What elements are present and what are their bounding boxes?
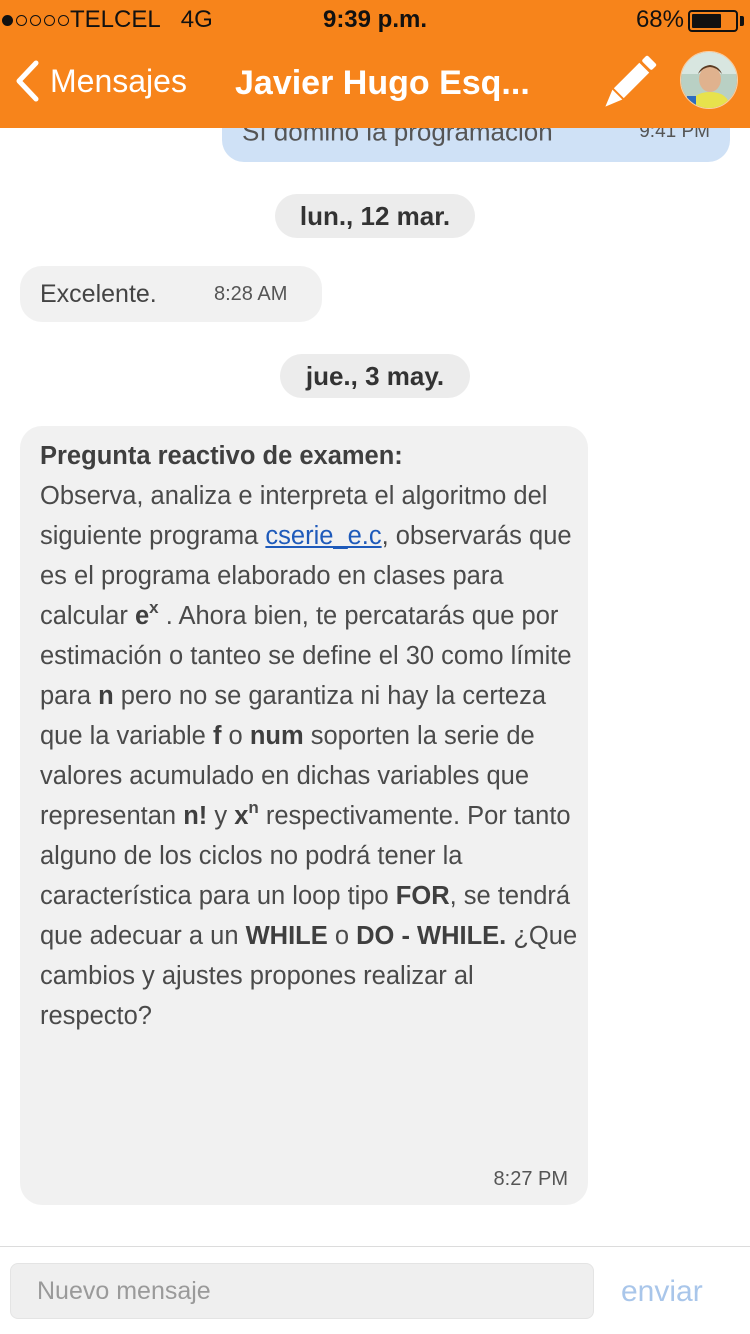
contact-avatar[interactable] xyxy=(680,51,738,109)
battery-cap xyxy=(740,16,744,26)
incoming-message-bubble[interactable]: Excelente. 8:28 AM xyxy=(20,266,322,322)
text-superscript: n xyxy=(248,797,259,817)
text-segment: o xyxy=(221,722,250,750)
text-bold: n xyxy=(98,682,114,710)
navigation-bar: Mensajes Javier Hugo Esq... xyxy=(0,40,750,128)
back-button[interactable]: Mensajes xyxy=(14,60,187,102)
text-bold: n! xyxy=(183,802,208,830)
text-bold: num xyxy=(249,722,304,750)
new-message-input[interactable] xyxy=(10,1263,594,1319)
message-text: Pregunta reactivo de examen: Observa, an… xyxy=(40,436,580,1036)
message-text: Excelente. xyxy=(40,280,157,308)
message-list[interactable]: Sí domino la programación 9:41 PM lun., … xyxy=(0,128,750,1246)
date-separator: jue., 3 may. xyxy=(280,354,470,398)
pencil-icon xyxy=(605,55,657,107)
file-link[interactable]: cserie_e.c xyxy=(265,522,381,550)
text-segment: y xyxy=(207,802,235,830)
avatar-image xyxy=(681,52,737,108)
question-heading: Pregunta reactivo de examen: xyxy=(40,442,403,470)
message-time: 8:27 PM xyxy=(493,1168,568,1190)
text-bold: FOR xyxy=(395,882,450,910)
text-bold: x xyxy=(234,802,249,830)
text-bold: e xyxy=(134,602,150,630)
message-time: 9:41 PM xyxy=(639,128,710,142)
text-bold: DO - WHILE. xyxy=(356,922,507,950)
message-time: 8:28 AM xyxy=(214,283,288,305)
outgoing-message-bubble[interactable]: Sí domino la programación 9:41 PM xyxy=(222,128,730,162)
header: TELCEL 4G 9:39 p.m. 68% Mensajes Javier … xyxy=(0,0,750,128)
conversation-title[interactable]: Javier Hugo Esq... xyxy=(235,64,530,103)
text-superscript: x xyxy=(149,597,159,617)
message-composer: enviar xyxy=(0,1246,750,1334)
text-bold: WHILE xyxy=(245,922,328,950)
message-text: Sí domino la programación xyxy=(242,128,553,147)
compose-button[interactable] xyxy=(598,54,658,119)
chevron-left-icon xyxy=(16,60,39,102)
incoming-message-bubble[interactable]: Pregunta reactivo de examen: Observa, an… xyxy=(20,426,588,1205)
battery-percentage: 68% xyxy=(635,6,684,33)
battery-icon xyxy=(688,10,738,32)
status-bar: TELCEL 4G 9:39 p.m. 68% xyxy=(0,0,750,40)
send-button[interactable]: enviar xyxy=(621,1275,703,1309)
back-label: Mensajes xyxy=(50,62,187,99)
text-segment: o xyxy=(327,922,357,950)
date-separator: lun., 12 mar. xyxy=(275,194,475,238)
